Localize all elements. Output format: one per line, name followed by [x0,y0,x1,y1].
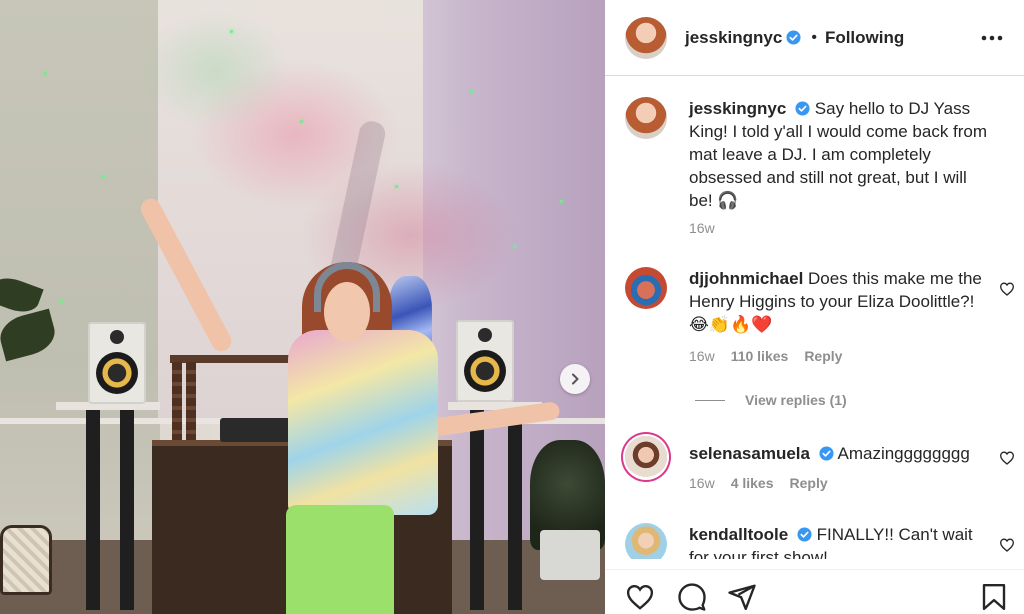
comment-username[interactable]: kendalltoole [689,525,788,544]
avatar[interactable] [625,436,667,478]
post-photo[interactable] [0,0,605,614]
light-star [513,245,516,248]
like-comment-button[interactable] [999,450,1015,466]
light-star [44,72,47,75]
caption-text: jesskingnyc Say hello to DJ Yass King! I… [689,97,989,212]
verified-badge-icon [786,30,801,45]
paper-plane-icon [728,584,756,611]
plant-pot [540,530,600,580]
speaker-stand [120,410,134,610]
comment-button[interactable] [677,582,707,612]
light-star [102,175,105,178]
light-star [300,120,303,123]
light-glow [140,10,290,130]
like-comment-button[interactable] [999,537,1015,553]
comment-likes[interactable]: 4 likes [731,475,774,491]
avatar[interactable] [625,97,667,139]
comment-likes[interactable]: 110 likes [731,348,789,364]
speaker-stand [470,410,484,610]
post-author-username[interactable]: jesskingnyc [685,28,782,48]
next-photo-button[interactable] [560,364,590,394]
share-button[interactable] [727,582,757,612]
comment-text: kendalltoole FINALLY!! Can't wait for yo… [689,523,989,559]
save-button[interactable] [979,582,1009,612]
light-star [230,30,233,33]
speaker-woofer [96,352,138,394]
comment-row: djjohnmichael Does this make me the Henr… [625,267,1015,408]
shelf-post [172,362,182,452]
view-replies-label: View replies (1) [745,392,847,408]
comment-meta: 16w 4 likes Reply [689,475,828,491]
like-button[interactable] [625,582,655,612]
light-star [560,200,563,203]
studio-speaker [88,322,146,404]
heart-icon [999,451,1015,465]
speaker-stand [508,410,522,610]
speaker-stand [86,410,100,610]
comment-username[interactable]: djjohnmichael [689,269,803,288]
caption-row: jesskingnyc Say hello to DJ Yass King! I… [625,97,1015,237]
comment-text: selenasamuela Amazingggggggg [689,442,989,465]
heart-icon [999,538,1015,552]
like-comment-button[interactable] [999,281,1015,297]
studio-speaker [456,320,514,402]
reply-button[interactable]: Reply [804,348,842,364]
comment-meta: 16w 110 likes Reply [689,348,842,364]
comment-body: Amazingggggggg [837,444,970,463]
avatar[interactable] [625,16,667,59]
person-green-pants [286,505,394,614]
wicker-chair [0,525,52,595]
comment-row: selenasamuela Amazingggggggg 16w 4 likes… [625,436,1015,506]
heart-icon [999,282,1015,296]
heart-icon [626,584,654,610]
caption-username[interactable]: jesskingnyc [689,99,786,118]
comment-text: djjohnmichael Does this make me the Henr… [689,267,989,336]
chevron-right-icon [572,373,579,385]
view-replies-button[interactable]: View replies (1) [695,392,847,408]
light-star [60,300,63,303]
following-button[interactable]: Following [825,28,904,48]
caption-meta: 16w [689,220,715,236]
bookmark-icon [982,583,1006,611]
more-options-icon [981,35,1003,41]
caption-age[interactable]: 16w [689,220,715,236]
post-side-panel: jesskingnyc • Following jesskingnyc Say … [605,0,1024,614]
speaker-tweeter [110,330,124,344]
comments-list[interactable]: jesskingnyc Say hello to DJ Yass King! I… [605,77,1024,559]
shelf-post [186,362,196,452]
speaker-woofer [464,350,506,392]
more-options-button[interactable] [978,24,1006,52]
comment-age[interactable]: 16w [689,348,715,364]
comment-age[interactable]: 16w [689,475,715,491]
speaker-tweeter [478,328,492,342]
comment-icon [678,583,706,611]
avatar[interactable] [625,523,667,559]
separator-dot: • [811,28,817,46]
verified-badge-icon [795,101,810,116]
light-star [470,90,473,93]
verified-badge-icon [819,446,834,461]
post-header: jesskingnyc • Following [605,0,1024,76]
light-star [395,185,398,188]
comment-username[interactable]: selenasamuela [689,444,810,463]
comment-row: kendalltoole FINALLY!! Can't wait for yo… [625,523,1015,559]
replies-divider [695,399,725,401]
verified-badge-icon [797,527,812,542]
post-action-bar [605,569,1024,614]
reply-button[interactable]: Reply [790,475,828,491]
person-tie-dye-shirt [288,330,438,515]
avatar[interactable] [625,267,667,309]
